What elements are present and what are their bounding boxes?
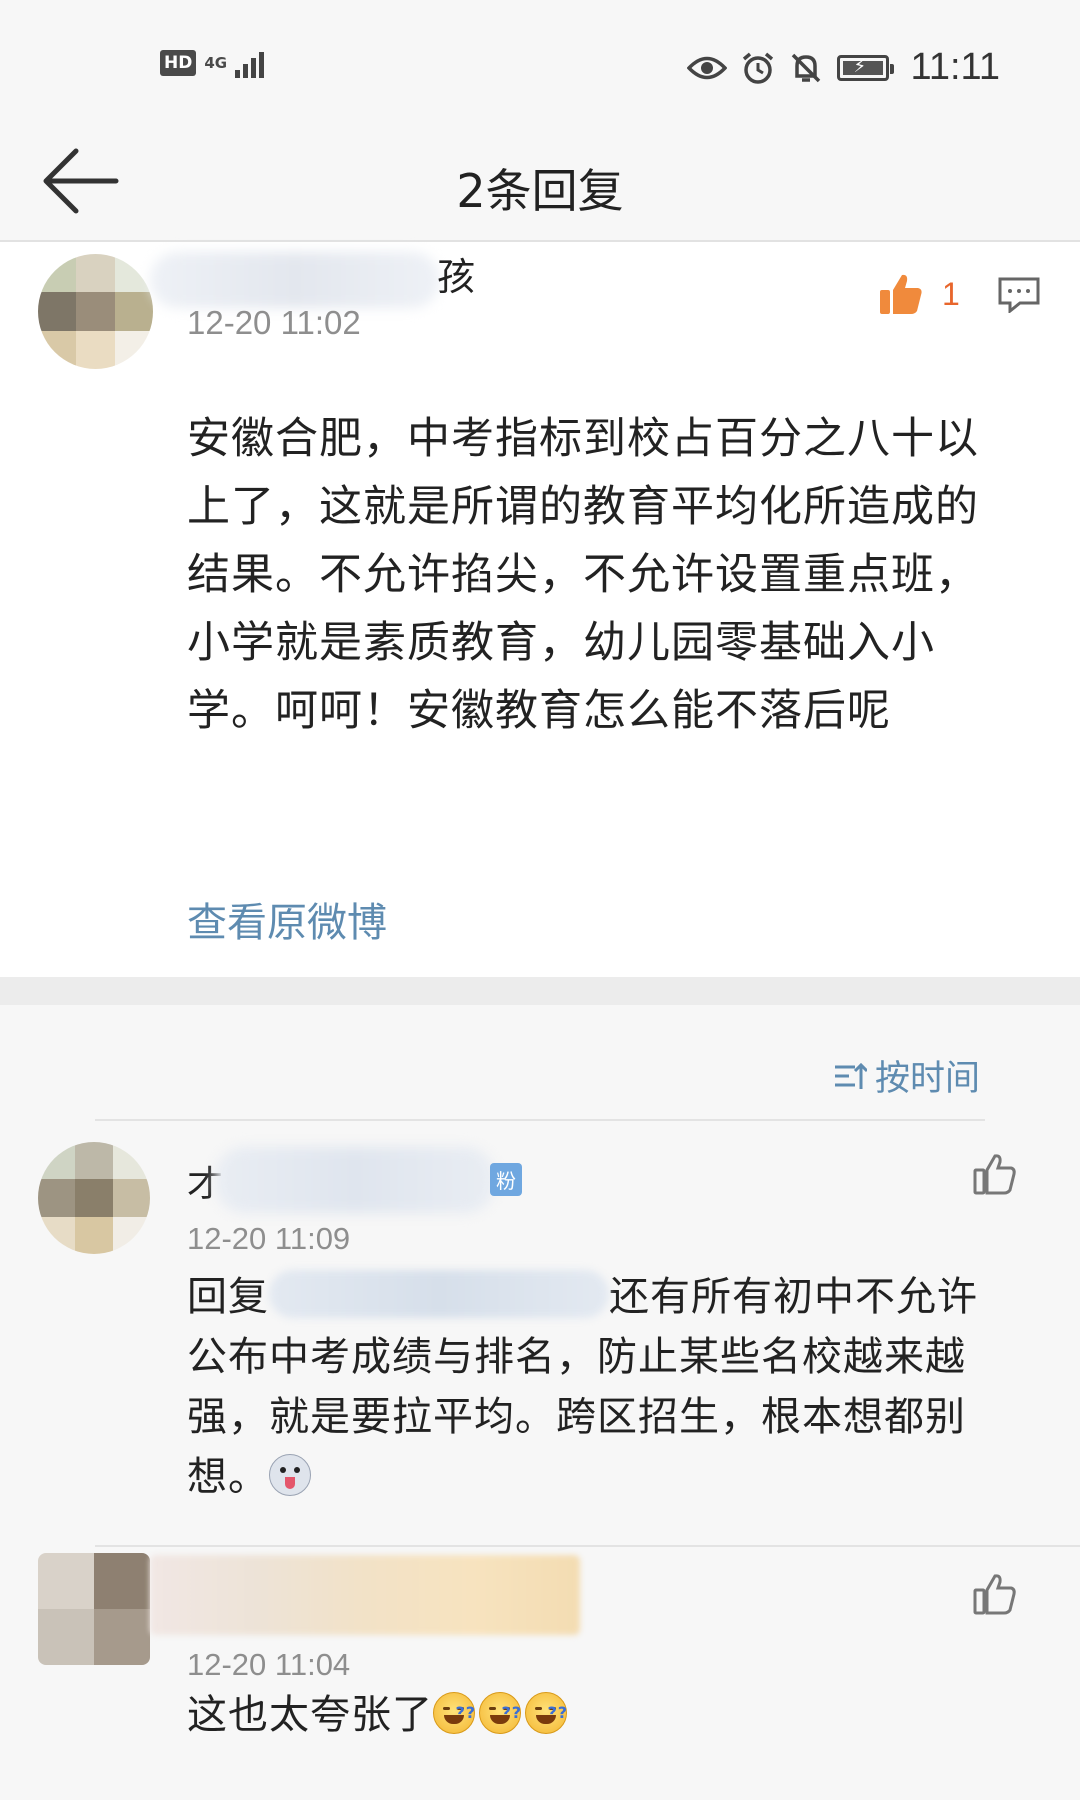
- avatar[interactable]: [38, 254, 153, 369]
- like-button[interactable]: [973, 1573, 1017, 1619]
- network-type: 4G: [204, 54, 228, 72]
- view-original-link[interactable]: 查看原微博: [187, 890, 387, 948]
- comment-body: 安徽合肥，中考指标到校占百分之八十以上了，这就是所谓的教育平均化所造成的结果。不…: [187, 414, 979, 736]
- thumbs-up-icon: [973, 1574, 1016, 1615]
- nav-bar: 2条回复: [0, 125, 1080, 242]
- like-button[interactable]: [973, 1153, 1017, 1199]
- clock: 11:11: [910, 46, 1000, 88]
- laugh-sweat-emoji: ??: [479, 1692, 521, 1734]
- husky-emoji: [269, 1454, 311, 1496]
- username-obscured[interactable]: [215, 1147, 495, 1213]
- username-obscured[interactable]: [150, 252, 440, 308]
- reply-timestamp: 12-20 11:09: [187, 1221, 351, 1256]
- eye-icon: [686, 53, 727, 83]
- sort-icon: [835, 1062, 867, 1089]
- reply-text: 这也太夸张了: [187, 1692, 433, 1738]
- status-bar: HD 4G ⚡ 11:11: [0, 0, 1080, 125]
- avatar[interactable]: [38, 1142, 150, 1254]
- section-divider: [0, 977, 1080, 1005]
- like-button[interactable]: 1: [878, 272, 960, 316]
- battery-icon: ⚡: [836, 54, 894, 81]
- mention-obscured[interactable]: [269, 1270, 609, 1318]
- avatar[interactable]: [38, 1553, 150, 1665]
- status-right: ⚡ 11:11: [686, 46, 1000, 89]
- comment-icon[interactable]: [998, 277, 1040, 317]
- page-title: 2条回复: [456, 164, 624, 218]
- sort-button[interactable]: 按时间: [833, 1050, 980, 1101]
- username-tail[interactable]: 孩: [437, 246, 475, 301]
- reply-prefix: 回复: [187, 1274, 269, 1320]
- alarm-icon: [741, 51, 775, 85]
- reply-timestamp: 12-20 11:04: [187, 1647, 351, 1682]
- divider: [95, 1119, 985, 1121]
- fans-badge: 粉: [490, 1163, 522, 1196]
- reply-body: 这也太夸张了??????: [187, 1685, 1007, 1745]
- replies-section: 按时间 才 粉 12-20 11:09 回复 还有所有初中不允许公布中考成绩与排名…: [0, 1005, 1080, 1800]
- like-count: 1: [942, 275, 960, 312]
- bell-off-icon: [789, 51, 823, 85]
- sort-label: 按时间: [875, 1059, 981, 1099]
- reply-body: 回复 还有所有初中不允许公布中考成绩与排名，防止某些名校越来越强，就是要拉平均。跨…: [187, 1267, 1007, 1507]
- status-left: HD 4G: [160, 48, 265, 78]
- laugh-sweat-emoji: ??: [525, 1692, 567, 1734]
- laugh-sweat-emoji: ??: [433, 1692, 475, 1734]
- signal-icon: [235, 48, 265, 78]
- main-comment: 孩 12-20 11:02 1 安徽合肥，中考指标到校占百分之八十以上了，这就是…: [0, 242, 1080, 977]
- thumbs-up-icon: [880, 274, 922, 314]
- thumbs-up-icon: [973, 1154, 1016, 1195]
- divider: [95, 1545, 1080, 1547]
- comment-timestamp: 12-20 11:02: [187, 304, 361, 341]
- hd-badge: HD: [160, 50, 197, 76]
- username-obscured[interactable]: [150, 1555, 580, 1635]
